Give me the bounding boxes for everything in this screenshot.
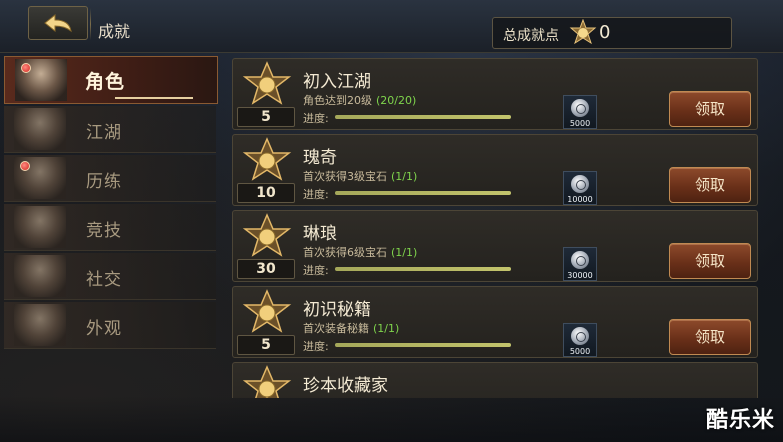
achievement-description: 角色达到20级 (20/20) (303, 92, 416, 108)
reward-item[interactable]: 30000 (563, 247, 597, 281)
reward-item[interactable]: 5000 (563, 323, 597, 357)
bottom-fade (0, 396, 783, 442)
tab-social[interactable]: 社交 (4, 253, 216, 300)
claim-button[interactable]: 领取 (669, 319, 751, 355)
progress-fill (335, 267, 511, 271)
achievement-title: 琳琅 (303, 224, 337, 244)
active-tab-underline (115, 97, 193, 99)
tab-label: 社交 (86, 270, 122, 290)
achievement-card: 30 琳琅 首次获得6级宝石 (1/1) 进度: 30000 领取 (232, 210, 758, 282)
silver-coin-icon (571, 99, 589, 117)
progress-count: (1/1) (391, 246, 418, 259)
achievement-description: 首次获得6级宝石 (1/1) (303, 244, 417, 260)
achievement-card: 5 初入江湖 角色达到20级 (20/20) 进度: 5000 领取 (232, 58, 758, 130)
total-points-label: 总成就点 (503, 28, 559, 44)
achievement-medal-icon (569, 19, 597, 45)
achievement-medal-icon (242, 365, 292, 398)
progress-fill (335, 343, 511, 347)
achievement-title: 珍本收藏家 (303, 376, 388, 396)
tab-appearance[interactable]: 外观 (4, 302, 216, 349)
progress-label: 进度: (303, 340, 329, 353)
tab-label: 江湖 (86, 123, 122, 143)
tab-label: 竞技 (86, 221, 122, 241)
back-button[interactable] (28, 6, 88, 40)
progress-fill (335, 115, 511, 119)
achievement-description: 首次装备秘籍 (1/1) (303, 320, 399, 336)
description-text: 首次获得6级宝石 (303, 246, 387, 259)
reward-amount: 5000 (569, 347, 591, 356)
tab-label: 历练 (86, 172, 122, 192)
progress-fill (335, 191, 511, 195)
total-points-box: 总成就点 0 (492, 17, 732, 49)
achievement-description: 首次获得3级宝石 (1/1) (303, 168, 417, 184)
progress-label: 进度: (303, 188, 329, 201)
achievement-medal-icon (242, 213, 292, 257)
back-arrow-icon (44, 13, 72, 33)
progress-label: 进度: (303, 264, 329, 277)
progress-bar (335, 191, 511, 195)
progress-bar (335, 343, 511, 347)
reward-amount: 30000 (567, 271, 593, 280)
reward-item[interactable]: 5000 (563, 95, 597, 129)
silver-coin-icon (571, 175, 589, 193)
tab-label: 角色 (84, 71, 125, 93)
achievement-list[interactable]: 5 初入江湖 角色达到20级 (20/20) 进度: 5000 领取 10 瑰奇 … (232, 58, 760, 398)
achievement-medal-icon (242, 61, 292, 105)
tab-arena[interactable]: 竞技 (4, 204, 216, 251)
achievement-medal-icon (242, 137, 292, 181)
silver-coin-icon (571, 251, 589, 269)
total-points-value: 0 (599, 22, 611, 43)
top-bar: 成就 总成就点 0 (0, 0, 783, 53)
achievement-card: 10 瑰奇 首次获得3级宝石 (1/1) 进度: 10000 领取 (232, 134, 758, 206)
achievement-card: 珍本收藏家 (232, 362, 758, 398)
achievement-title: 初入江湖 (303, 72, 371, 92)
description-text: 首次获得3级宝石 (303, 170, 387, 183)
tab-role[interactable]: 角色 (4, 56, 218, 104)
progress-label: 进度: (303, 112, 329, 125)
progress-bar (335, 115, 511, 119)
reward-amount: 10000 (567, 195, 593, 204)
page-title: 成就 (98, 22, 131, 41)
achievement-medal-icon (242, 289, 292, 333)
reward-item[interactable]: 10000 (563, 171, 597, 205)
achievement-level: 5 (237, 107, 295, 127)
tab-label: 外观 (86, 319, 122, 339)
progress-bar (335, 267, 511, 271)
description-text: 首次装备秘籍 (303, 322, 369, 335)
progress-count: (1/1) (391, 170, 418, 183)
tab-jianghu[interactable]: 江湖 (4, 106, 216, 153)
title-divider (90, 8, 91, 40)
claim-button[interactable]: 领取 (669, 167, 751, 203)
reward-amount: 5000 (569, 119, 591, 128)
tab-experience[interactable]: 历练 (4, 155, 216, 202)
silver-coin-icon (571, 327, 589, 345)
category-sidebar: 角色 江湖 历练 竞技 社交 外观 (4, 56, 218, 396)
progress-count: (20/20) (376, 94, 417, 107)
progress-count: (1/1) (373, 322, 400, 335)
claim-button[interactable]: 领取 (669, 91, 751, 127)
claim-button[interactable]: 领取 (669, 243, 751, 279)
achievement-level: 5 (237, 335, 295, 355)
achievement-card: 5 初识秘籍 首次装备秘籍 (1/1) 进度: 5000 领取 (232, 286, 758, 358)
description-text: 角色达到20级 (303, 94, 372, 107)
achievement-level: 30 (237, 259, 295, 279)
achievement-title: 初识秘籍 (303, 300, 371, 320)
achievement-level: 10 (237, 183, 295, 203)
watermark-logo: 酷乐米 (705, 408, 775, 433)
achievement-title: 瑰奇 (303, 148, 337, 168)
